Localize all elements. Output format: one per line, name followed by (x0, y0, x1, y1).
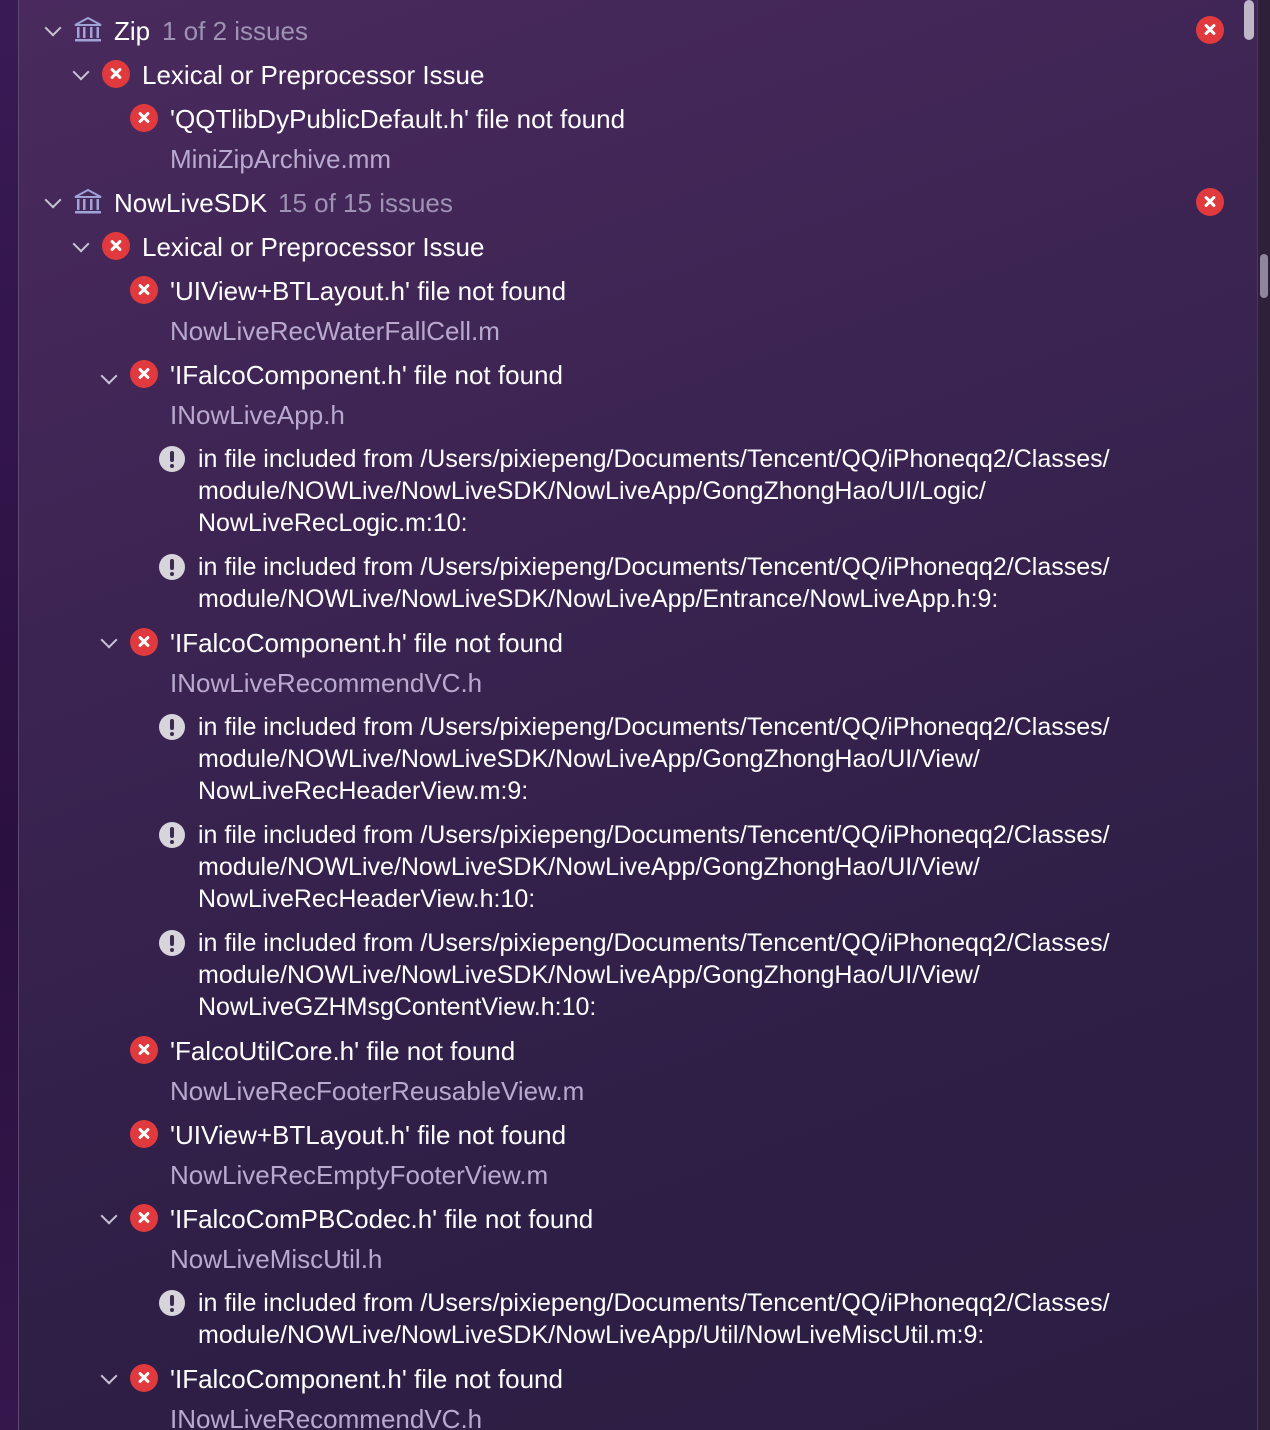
category-label: Lexical or Preprocessor Issue (142, 60, 485, 90)
issue-file: MiniZipArchive.mm (170, 144, 392, 174)
chevron-down-icon[interactable] (72, 235, 90, 253)
exclamation-icon (159, 930, 185, 956)
issue-file: NowLiveMiscUtil.h (170, 1244, 383, 1274)
exclamation-icon (159, 554, 185, 580)
note-text: in file included from /Users/pixiepeng/D… (198, 821, 1110, 913)
note-text: in file included from /Users/pixiepeng/D… (198, 1289, 1110, 1349)
issue-row[interactable]: 'UIView+BTLayout.h' file not found (0, 1118, 1240, 1152)
note-row[interactable]: in file included from /Users/pixiepeng/D… (0, 442, 1240, 540)
issue-file: INowLiveRecommendVC.h (170, 668, 483, 698)
issue-row[interactable]: 'FalcoUtilCore.h' file not found (0, 1034, 1240, 1068)
chevron-down-icon[interactable] (100, 367, 118, 385)
chevron-down-icon[interactable] (44, 191, 62, 209)
error-x-icon (130, 276, 158, 304)
issue-file: NowLiveRecWaterFallCell.m (170, 316, 500, 346)
issue-file-row[interactable]: NowLiveRecFooterReusableView.m (0, 1074, 1240, 1108)
category-label: Lexical or Preprocessor Issue (142, 232, 485, 262)
issue-message: 'FalcoUtilCore.h' file not found (170, 1036, 516, 1066)
error-x-icon (102, 232, 130, 260)
issue-message: 'UIView+BTLayout.h' file not found (170, 276, 567, 306)
group-name: Zip (114, 16, 151, 46)
issue-message: 'IFalcoComponent.h' file not found (170, 360, 563, 390)
chevron-down-icon[interactable] (72, 63, 90, 81)
issue-file-row[interactable]: MiniZipArchive.mm (0, 142, 1240, 176)
issue-file-row[interactable]: NowLiveRecWaterFallCell.m (0, 314, 1240, 348)
issue-count: 1 of 2 issues (162, 16, 308, 46)
issue-message: 'QQTlibDyPublicDefault.h' file not found (170, 104, 626, 134)
note-text: in file included from /Users/pixiepeng/D… (198, 713, 1110, 805)
issue-file-row[interactable]: NowLiveMiscUtil.h (0, 1242, 1240, 1276)
error-x-icon (130, 360, 158, 388)
issue-message: 'UIView+BTLayout.h' file not found (170, 1120, 567, 1150)
issue-row[interactable]: 'UIView+BTLayout.h' file not found (0, 274, 1240, 308)
issue-row[interactable]: 'IFalcoComponent.h' file not found (0, 358, 1240, 392)
group-row-nowlivesdk[interactable]: NowLiveSDK 15 of 15 issues (0, 186, 1240, 220)
issue-message: 'IFalcoComPBCodec.h' file not found (170, 1204, 594, 1234)
issue-row[interactable]: 'IFalcoComponent.h' file not found (0, 626, 1240, 660)
note-text: in file included from /Users/pixiepeng/D… (198, 445, 1110, 537)
error-x-icon (130, 1204, 158, 1232)
issue-file: INowLiveApp.h (170, 400, 345, 430)
library-icon (74, 188, 102, 214)
chevron-down-icon[interactable] (100, 631, 118, 649)
group-row-zip[interactable]: Zip 1 of 2 issues (0, 14, 1240, 48)
error-x-icon (1196, 188, 1224, 216)
note-row[interactable]: in file included from /Users/pixiepeng/D… (0, 818, 1240, 916)
issue-row[interactable]: 'IFalcoComponent.h' file not found (0, 1362, 1240, 1396)
error-x-icon (130, 1364, 158, 1392)
exclamation-icon (159, 822, 185, 848)
issue-file: INowLiveRecommendVC.h (170, 1404, 483, 1430)
issue-navigator-tree: Zip 1 of 2 issues Lexical or Preprocesso… (0, 0, 1270, 1430)
error-x-icon (130, 1120, 158, 1148)
issue-file-row[interactable]: INowLiveRecommendVC.h (0, 1402, 1240, 1430)
group-name: NowLiveSDK (114, 188, 268, 218)
error-x-icon (130, 628, 158, 656)
note-row[interactable]: in file included from /Users/pixiepeng/D… (0, 710, 1240, 808)
issue-file: NowLiveRecFooterReusableView.m (170, 1076, 585, 1106)
exclamation-icon (159, 1290, 185, 1316)
note-row[interactable]: in file included from /Users/pixiepeng/D… (0, 550, 1240, 616)
category-row[interactable]: Lexical or Preprocessor Issue (0, 230, 1240, 264)
issue-count: 15 of 15 issues (278, 188, 453, 218)
exclamation-icon (159, 714, 185, 740)
error-x-icon (130, 1036, 158, 1064)
note-text: in file included from /Users/pixiepeng/D… (198, 929, 1110, 1021)
chevron-down-icon[interactable] (100, 1367, 118, 1385)
issue-message: 'IFalcoComponent.h' file not found (170, 1364, 563, 1394)
issue-row[interactable]: 'IFalcoComPBCodec.h' file not found (0, 1202, 1240, 1236)
chevron-down-icon[interactable] (100, 1207, 118, 1225)
issue-message: 'IFalcoComponent.h' file not found (170, 628, 563, 658)
issue-file: NowLiveRecEmptyFooterView.m (170, 1160, 549, 1190)
note-text: in file included from /Users/pixiepeng/D… (198, 553, 1110, 613)
issue-row[interactable]: 'QQTlibDyPublicDefault.h' file not found (0, 102, 1240, 136)
chevron-down-icon[interactable] (44, 19, 62, 37)
note-row[interactable]: in file included from /Users/pixiepeng/D… (0, 926, 1240, 1024)
exclamation-icon (159, 446, 185, 472)
error-x-icon (130, 104, 158, 132)
library-icon (74, 16, 102, 42)
issue-file-row[interactable]: INowLiveApp.h (0, 398, 1240, 432)
issue-file-row[interactable]: NowLiveRecEmptyFooterView.m (0, 1158, 1240, 1192)
issue-file-row[interactable]: INowLiveRecommendVC.h (0, 666, 1240, 700)
error-x-icon (1196, 16, 1224, 44)
note-row[interactable]: in file included from /Users/pixiepeng/D… (0, 1286, 1240, 1352)
category-row[interactable]: Lexical or Preprocessor Issue (0, 58, 1240, 92)
error-x-icon (102, 60, 130, 88)
